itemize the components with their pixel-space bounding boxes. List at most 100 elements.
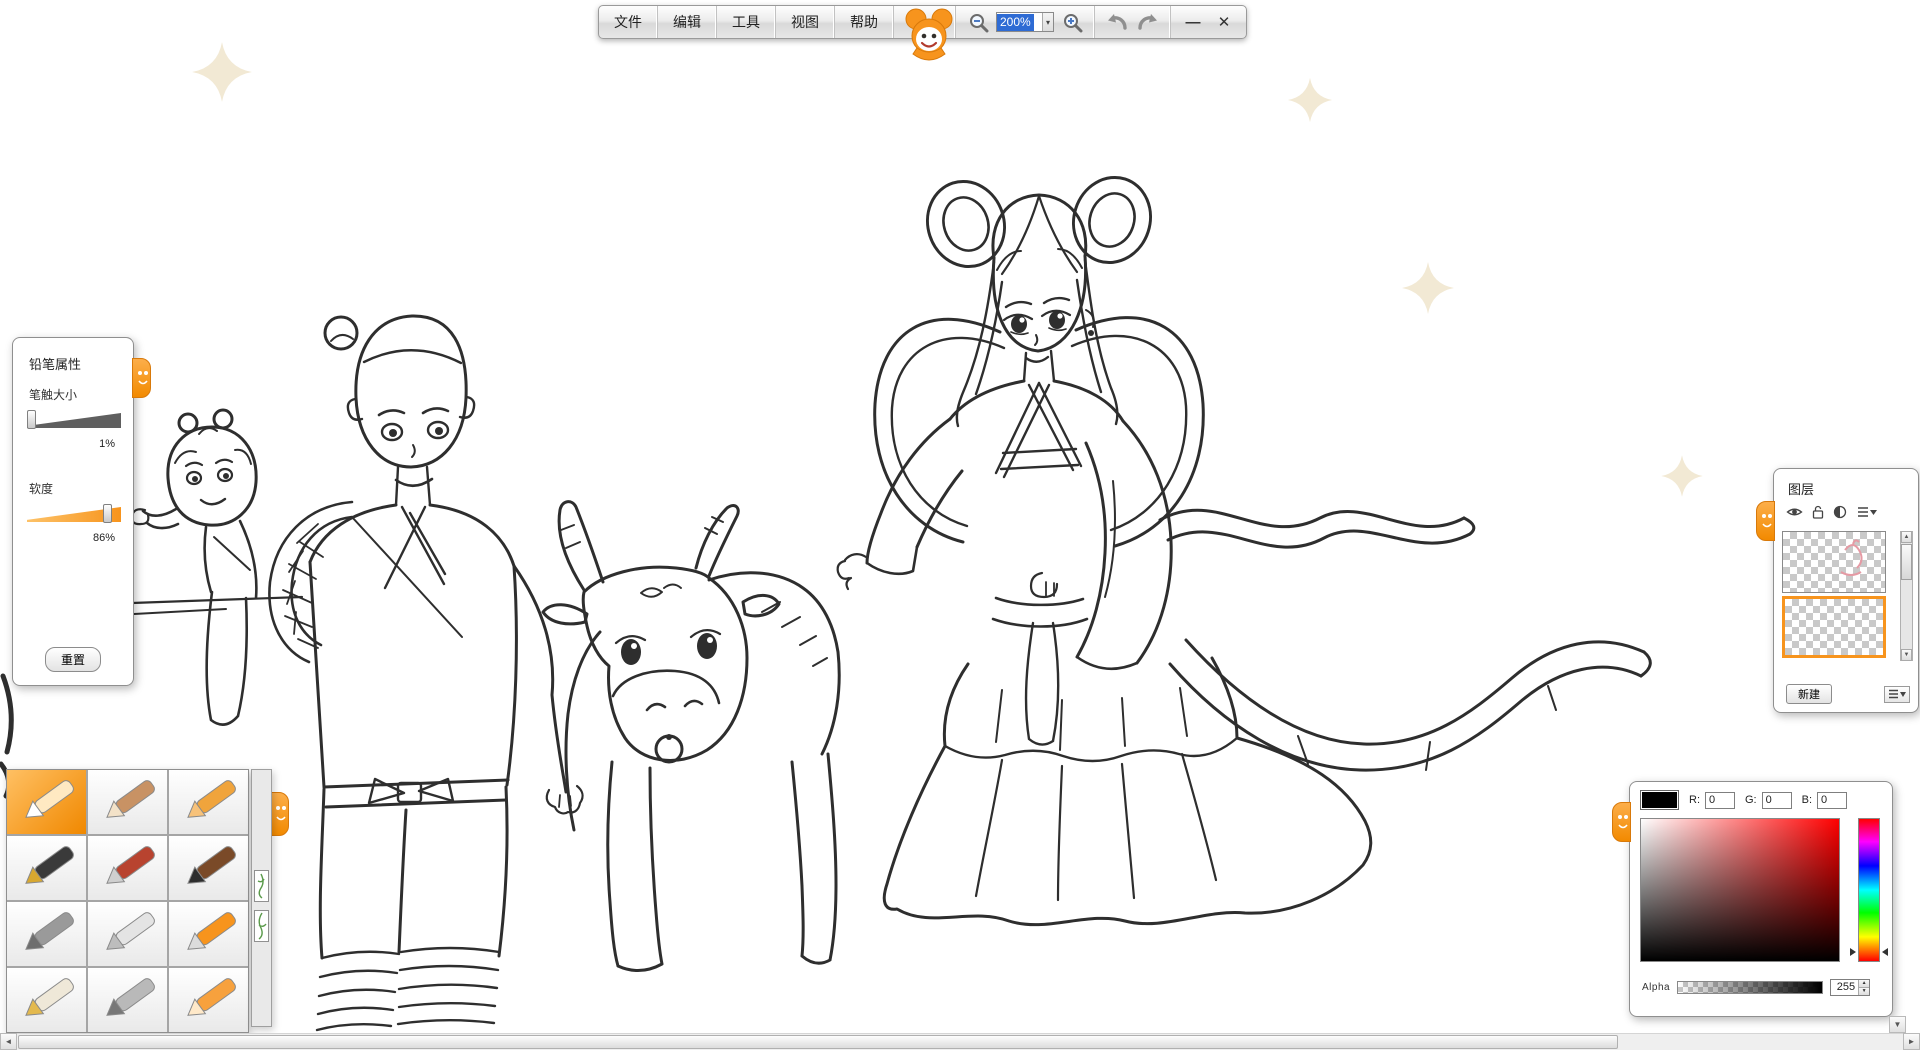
- spin-up-button[interactable]: ▲: [1858, 980, 1869, 988]
- drawing-ribbons: [1160, 510, 1650, 770]
- wooden-pencil-icon: [92, 774, 164, 830]
- paint-tube-icon: [11, 972, 83, 1028]
- panel-title: 图层: [1788, 479, 1814, 498]
- menu-view[interactable]: 视图: [776, 6, 835, 38]
- minimize-button[interactable]: —: [1180, 9, 1206, 35]
- alpha-spin-buttons: ▲ ▼: [1858, 980, 1869, 995]
- paint-roller-icon: [173, 906, 245, 962]
- spin-down-button[interactable]: ▼: [1858, 988, 1869, 995]
- layer-options-button[interactable]: [1884, 686, 1910, 703]
- menu-help[interactable]: 帮助: [835, 6, 894, 38]
- drawing-canvas[interactable]: 文件 编辑 工具 视图 帮助 200% ▾: [0, 0, 1920, 1050]
- tool-fountain-pen[interactable]: [7, 836, 86, 900]
- reset-button[interactable]: 重置: [45, 647, 101, 672]
- mascot-clown-icon[interactable]: [903, 6, 955, 71]
- zoom-level-input[interactable]: 200% ▾: [996, 12, 1054, 32]
- color-picker-panel: R: 0 G: 0 B: 0 Alpha 255 ▲ ▼: [1629, 781, 1893, 1017]
- layer-sketch-preview: [1783, 532, 1886, 593]
- softness-slider[interactable]: [27, 504, 121, 523]
- zoom-controls: 200% ▾: [956, 6, 1095, 38]
- zoom-dropdown-button[interactable]: ▾: [1042, 13, 1053, 31]
- close-button[interactable]: ✕: [1211, 9, 1237, 35]
- tool-pencil[interactable]: [7, 770, 86, 834]
- zoom-out-button[interactable]: [965, 9, 991, 35]
- brush-size-label: 笔触大小: [29, 386, 77, 403]
- quill-icon: [92, 972, 164, 1028]
- layer-thumbnail-1[interactable]: [1782, 531, 1886, 593]
- tool-marker[interactable]: [88, 836, 167, 900]
- redo-button[interactable]: [1135, 9, 1161, 35]
- panel-title: 铅笔属性: [29, 354, 81, 373]
- brush-size-knob[interactable]: [27, 410, 36, 429]
- pencil-icon: [11, 774, 83, 830]
- alpha-slider[interactable]: [1677, 981, 1823, 994]
- blue-label: B:: [1802, 794, 1812, 806]
- tool-wooden-pencil[interactable]: [88, 770, 167, 834]
- tool-palette-knife[interactable]: [88, 902, 167, 966]
- saturation-value-picker[interactable]: [1640, 818, 1840, 962]
- brush-size-slider[interactable]: [27, 410, 121, 429]
- scroll-up-button[interactable]: ▲: [1901, 531, 1912, 543]
- horizontal-scroll-thumb[interactable]: [18, 1035, 1618, 1049]
- rgb-row: R: 0 G: 0 B: 0: [1640, 790, 1884, 810]
- tool-crayon[interactable]: [169, 770, 248, 834]
- layer-thumbnail-2[interactable]: [1782, 596, 1886, 658]
- tool-paint-roller[interactable]: [169, 902, 248, 966]
- menu-tools[interactable]: 工具: [717, 6, 776, 38]
- tool-paint-tube[interactable]: [7, 968, 86, 1032]
- zoom-in-icon: [1062, 12, 1083, 33]
- blue-input[interactable]: 0: [1817, 792, 1847, 809]
- layer-footer: 新建: [1786, 684, 1910, 704]
- tool-eraser-crayon[interactable]: [169, 968, 248, 1032]
- softness-knob[interactable]: [103, 504, 112, 523]
- green-input[interactable]: 0: [1762, 792, 1792, 809]
- scroll-down-button[interactable]: ▼: [1889, 1016, 1906, 1033]
- scroll-thumb[interactable]: [1901, 544, 1912, 580]
- alpha-value[interactable]: 255: [1831, 980, 1858, 995]
- blend-icon[interactable]: [1833, 505, 1847, 519]
- menu-file[interactable]: 文件: [599, 6, 658, 38]
- palette-drag-handle[interactable]: [270, 792, 289, 836]
- scroll-right-button[interactable]: ►: [1903, 1033, 1920, 1050]
- scroll-down-button[interactable]: ▼: [1901, 649, 1912, 661]
- panel-drag-handle[interactable]: [1612, 802, 1631, 842]
- undo-icon: [1106, 13, 1128, 31]
- brush-size-track: [27, 413, 121, 428]
- visibility-icon[interactable]: [1786, 506, 1803, 518]
- texture-strip[interactable]: [251, 769, 272, 1027]
- horizontal-scrollbar[interactable]: ◄ ►: [0, 1033, 1920, 1050]
- panel-drag-handle[interactable]: [132, 358, 151, 398]
- texture-thumbnail[interactable]: [254, 910, 269, 942]
- menu-edit[interactable]: 编辑: [658, 6, 717, 38]
- redo-icon: [1137, 13, 1159, 31]
- current-color-swatch[interactable]: [1640, 790, 1679, 810]
- tool-palette: [6, 769, 249, 1033]
- alpha-label: Alpha: [1642, 982, 1670, 993]
- layer-list-scrollbar[interactable]: ▲ ▼: [1900, 531, 1913, 661]
- lock-icon[interactable]: [1812, 505, 1824, 519]
- window-controls: — ✕: [1171, 6, 1246, 38]
- softness-label: 软度: [29, 480, 53, 497]
- alpha-gradient: [1678, 982, 1822, 993]
- list-caret-icon: [1888, 689, 1906, 699]
- layer-list: [1782, 531, 1894, 661]
- new-layer-button[interactable]: 新建: [1786, 684, 1832, 704]
- undo-button[interactable]: [1104, 9, 1130, 35]
- airbrush-icon: [11, 906, 83, 962]
- layer-menu-icon[interactable]: [1856, 506, 1877, 518]
- tool-quill[interactable]: [88, 968, 167, 1032]
- panel-drag-handle[interactable]: [1756, 501, 1775, 541]
- hue-slider[interactable]: [1858, 818, 1880, 962]
- tool-ink-brush[interactable]: [169, 836, 248, 900]
- red-input[interactable]: 0: [1705, 792, 1735, 809]
- zoom-in-button[interactable]: [1059, 9, 1085, 35]
- green-label: G:: [1745, 794, 1757, 806]
- drawing-ox: [543, 502, 839, 971]
- tool-airbrush[interactable]: [7, 902, 86, 966]
- texture-thumbnail[interactable]: [254, 870, 269, 902]
- palette-knife-icon: [92, 906, 164, 962]
- scroll-left-button[interactable]: ◄: [0, 1033, 17, 1050]
- drawing-child: [132, 410, 256, 725]
- layers-panel: 图层 ▲ ▼ 新建: [1773, 468, 1919, 713]
- layer-toolbar: [1786, 505, 1877, 519]
